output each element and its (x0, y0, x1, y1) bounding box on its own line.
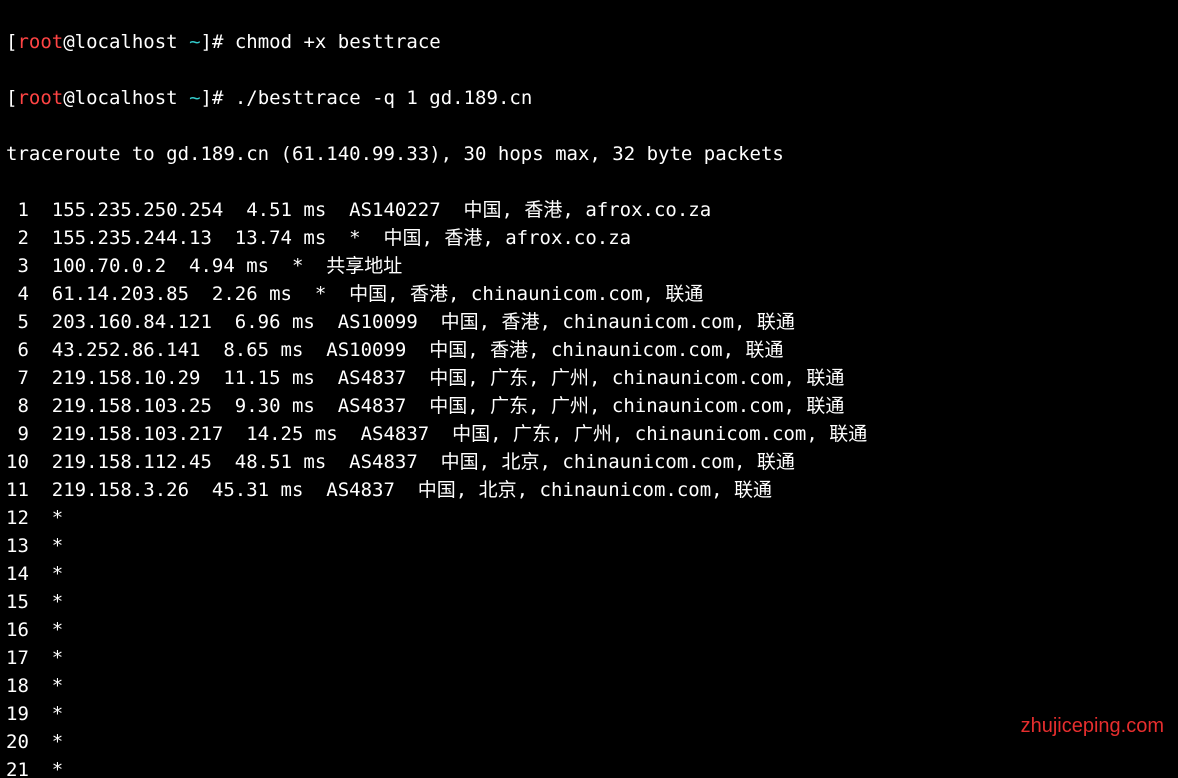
hop-line: 18 * (6, 672, 1172, 700)
command-text: ./besttrace -q 1 gd.189.cn (235, 87, 532, 109)
bracket: ]# (201, 87, 235, 109)
prompt-line[interactable]: [root@localhost ~]# ./besttrace -q 1 gd.… (6, 84, 1172, 112)
hop-line: 3 100.70.0.2 4.94 ms * 共享地址 (6, 252, 1172, 280)
hop-line: 2 155.235.244.13 13.74 ms * 中国, 香港, afro… (6, 224, 1172, 252)
hop-line: 7 219.158.10.29 11.15 ms AS4837 中国, 广东, … (6, 364, 1172, 392)
terminal-output: [root@localhost ~]# chmod +x besttrace [… (0, 0, 1178, 778)
hop-line: 5 203.160.84.121 6.96 ms AS10099 中国, 香港,… (6, 308, 1172, 336)
hop-line: 14 * (6, 560, 1172, 588)
hop-line: 10 219.158.112.45 48.51 ms AS4837 中国, 北京… (6, 448, 1172, 476)
bracket: [ (6, 87, 17, 109)
hop-line: 8 219.158.103.25 9.30 ms AS4837 中国, 广东, … (6, 392, 1172, 420)
traceroute-header: traceroute to gd.189.cn (61.140.99.33), … (6, 140, 1172, 168)
prompt-path: ~ (189, 87, 200, 109)
bracket: ]# (201, 31, 235, 53)
bracket: [ (6, 31, 17, 53)
hop-line: 17 * (6, 644, 1172, 672)
traceroute-hops: 1 155.235.250.254 4.51 ms AS140227 中国, 香… (6, 196, 1172, 778)
hop-line: 4 61.14.203.85 2.26 ms * 中国, 香港, chinaun… (6, 280, 1172, 308)
prompt-user: root (17, 87, 63, 109)
hop-line: 6 43.252.86.141 8.65 ms AS10099 中国, 香港, … (6, 336, 1172, 364)
hop-line: 20 * (6, 728, 1172, 756)
prompt-at: @localhost (63, 87, 189, 109)
hop-line: 9 219.158.103.217 14.25 ms AS4837 中国, 广东… (6, 420, 1172, 448)
prompt-line-prev: [root@localhost ~]# chmod +x besttrace (6, 28, 1172, 56)
hop-line: 11 219.158.3.26 45.31 ms AS4837 中国, 北京, … (6, 476, 1172, 504)
hop-line: 15 * (6, 588, 1172, 616)
hop-line: 19 * (6, 700, 1172, 728)
hop-line: 12 * (6, 504, 1172, 532)
prompt-at: @localhost (63, 31, 189, 53)
command-prev: chmod +x besttrace (235, 31, 441, 53)
hop-line: 1 155.235.250.254 4.51 ms AS140227 中国, 香… (6, 196, 1172, 224)
hop-line: 21 * (6, 756, 1172, 778)
hop-line: 16 * (6, 616, 1172, 644)
prompt-user: root (17, 31, 63, 53)
hop-line: 13 * (6, 532, 1172, 560)
prompt-path: ~ (189, 31, 200, 53)
